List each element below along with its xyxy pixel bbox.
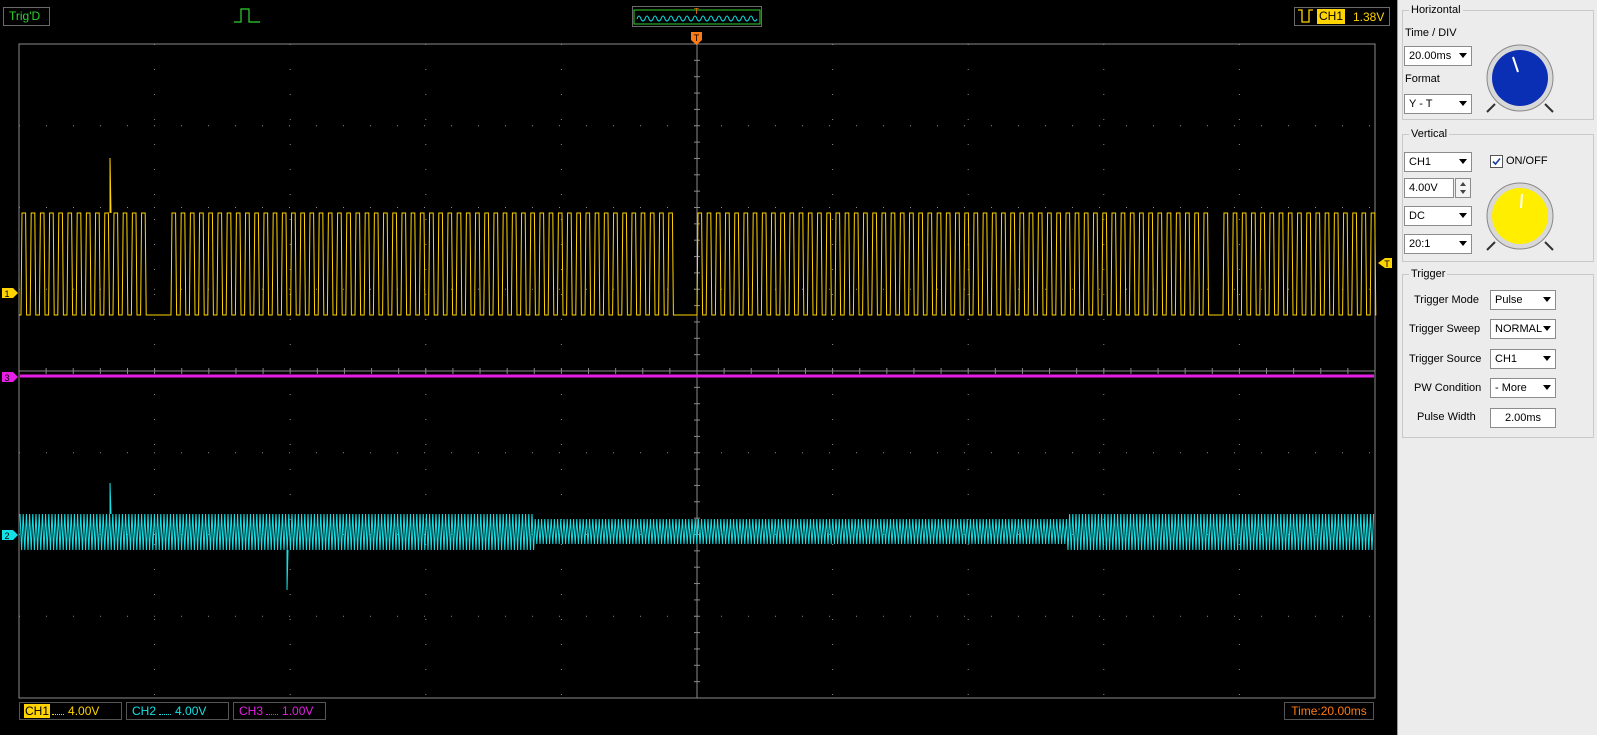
svg-text:3: 3 — [4, 373, 9, 383]
pw-condition-select[interactable]: - More — [1490, 378, 1556, 398]
trigger-info: CH1 1.38V — [1294, 7, 1390, 26]
trigger-level-marker[interactable]: T — [1378, 258, 1392, 269]
channel-select[interactable]: CH1 — [1404, 152, 1472, 172]
trigger-mode-label: Trigger Mode — [1414, 294, 1480, 306]
chevron-down-icon — [1459, 159, 1467, 164]
dc-coupling-icon — [159, 708, 172, 716]
ch3-scale-info[interactable]: CH3 1.00V — [233, 702, 326, 720]
oscilloscope-display: Trig'D T CH1 1.38V T T 1 3 2 CH1 4.00V C… — [0, 0, 1397, 735]
format-select[interactable]: Y - T — [1404, 94, 1472, 114]
trigger-channel: CH1 — [1317, 9, 1346, 24]
trigger-source-value: CH1 — [1495, 353, 1518, 365]
chevron-down-icon — [1543, 326, 1551, 331]
chevron-down-icon — [1543, 297, 1551, 302]
horizontal-title: Horizontal — [1411, 4, 1461, 16]
horizontal-knob[interactable] — [1482, 40, 1558, 116]
dc-coupling-icon — [52, 708, 65, 716]
spin-up-icon[interactable] — [1460, 182, 1466, 186]
svg-text:T: T — [694, 33, 700, 43]
time-div-value: 20.00ms — [1409, 50, 1452, 62]
ch2-scale-info[interactable]: CH2 4.00V — [126, 702, 229, 720]
on-off-checkbox[interactable] — [1490, 155, 1503, 168]
waveform-screen: T T 1 3 2 — [2, 32, 1392, 699]
trigger-position-marker[interactable]: T — [691, 32, 702, 45]
coupling-value: DC — [1409, 210, 1425, 222]
pw-condition-label: PW Condition — [1414, 382, 1482, 394]
format-value: Y - T — [1409, 98, 1433, 110]
chevron-down-icon — [1459, 101, 1467, 106]
format-label: Format — [1405, 73, 1440, 85]
ch2-marker[interactable]: 2 — [2, 530, 18, 541]
time-div-select[interactable]: 20.00ms — [1404, 46, 1472, 66]
time-div-label: Time / DIV — [1405, 27, 1457, 39]
top-status-bar: Trig'D T CH1 1.38V — [0, 0, 1397, 30]
pulse-width-label: Pulse Width — [1417, 411, 1476, 423]
pulse-trigger-icon — [234, 8, 260, 23]
vertical-title: Vertical — [1411, 128, 1448, 140]
ch3-marker[interactable]: 3 — [2, 372, 18, 383]
trigger-title: Trigger — [1411, 268, 1446, 280]
trigger-mode-value: Pulse — [1495, 294, 1523, 306]
vertical-knob-face — [1492, 188, 1548, 244]
ch3-scale: 1.00V — [282, 704, 314, 718]
volts-spinner[interactable] — [1455, 178, 1471, 198]
pw-condition-value: - More — [1495, 382, 1527, 394]
dc-coupling-icon — [266, 708, 279, 716]
vertical-knob[interactable] — [1482, 178, 1558, 254]
chevron-down-icon — [1459, 241, 1467, 246]
chevron-down-icon — [1543, 385, 1551, 390]
ch2-label: CH2 — [132, 704, 157, 718]
overview-trigger-marker: T — [694, 7, 699, 16]
svg-text:T: T — [1384, 259, 1390, 269]
ch1-label: CH1 — [24, 704, 51, 718]
control-panel: Horizontal Time / DIV 20.00ms Format Y -… — [1397, 0, 1597, 735]
check-icon — [1492, 157, 1501, 166]
on-off-label: ON/OFF — [1506, 155, 1548, 167]
chevron-down-icon — [1543, 356, 1551, 361]
trigger-source-select[interactable]: CH1 — [1490, 349, 1556, 369]
trigger-level: 1.38V — [1353, 10, 1385, 24]
trigger-sweep-select[interactable]: NORMAL — [1490, 319, 1556, 339]
chevron-down-icon — [1459, 213, 1467, 218]
trigger-sweep-label: Trigger Sweep — [1409, 323, 1481, 335]
chevron-down-icon — [1459, 53, 1467, 58]
trigger-sweep-value: NORMAL — [1495, 323, 1543, 335]
ch1-scale-info[interactable]: CH1 4.00V — [19, 702, 122, 720]
pulse-width-input[interactable]: 2.00ms — [1490, 408, 1556, 428]
trigger-overview-window[interactable]: T — [632, 6, 762, 27]
trigger-status: Trig'D — [3, 7, 50, 26]
ch1-scale: 4.00V — [68, 704, 100, 718]
ch2-scale: 4.00V — [175, 704, 207, 718]
trigger-mode-select[interactable]: Pulse — [1490, 290, 1556, 310]
probe-select[interactable]: 20:1 — [1404, 234, 1472, 254]
spin-down-icon[interactable] — [1460, 190, 1466, 194]
time-base-info: Time:20.00ms — [1284, 702, 1374, 720]
channel-value: CH1 — [1409, 156, 1432, 168]
probe-value: 20:1 — [1409, 238, 1431, 250]
trigger-source-label: Trigger Source — [1409, 353, 1482, 365]
horizontal-knob-face — [1492, 50, 1548, 106]
svg-text:2: 2 — [4, 531, 9, 541]
coupling-select[interactable]: DC — [1404, 206, 1472, 226]
svg-text:1: 1 — [4, 289, 9, 299]
volts-div-input[interactable]: 4.00V — [1404, 178, 1454, 198]
ch1-marker[interactable]: 1 — [2, 288, 18, 299]
falling-edge-icon — [1298, 9, 1313, 23]
bottom-status-bar: CH1 4.00V CH2 4.00V CH3 1.00V Time:20.00ms — [0, 700, 1397, 735]
ch3-label: CH3 — [239, 704, 264, 718]
